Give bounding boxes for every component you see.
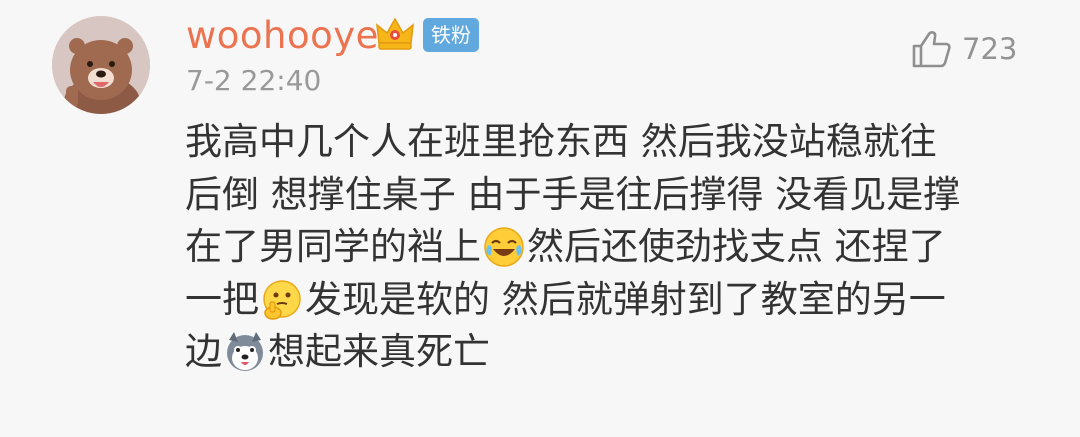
- comment-line: 我高中几个人在班里抢东西 然后我没站稳就往: [185, 116, 1045, 169]
- thinking-emoji-icon: [263, 280, 301, 320]
- comment-line: 在了男同学的裆上 然后还使劲找支点 还捏了: [185, 221, 1045, 274]
- bear-avatar-icon: [52, 16, 150, 114]
- avatar[interactable]: [52, 16, 150, 114]
- comment-line: 一把 发现是软的 然后就弹射到了教室的另一: [185, 274, 1045, 327]
- comment-text: 后倒 想撑住桌子 由于手是往后撑得 没看见是撑: [185, 172, 961, 216]
- timestamp: 7-2 22:40: [186, 64, 322, 97]
- comment-text: 想起来真死亡: [268, 330, 490, 373]
- comment-text: 一把: [185, 277, 259, 321]
- comment-line: 后倒 想撑住桌子 由于手是往后撑得 没看见是撑: [185, 169, 1045, 222]
- like-button[interactable]: 723: [910, 28, 1017, 70]
- username[interactable]: woohooye: [186, 14, 379, 58]
- comment-line: 边 想起来真死亡: [185, 326, 1045, 379]
- comment-text: 边: [185, 330, 222, 373]
- laugh-cry-emoji-icon: [484, 227, 524, 267]
- like-count: 723: [962, 32, 1018, 66]
- crown-icon: [376, 17, 414, 50]
- comment-text: 我高中几个人在班里抢东西 然后我没站稳就往: [185, 120, 937, 163]
- comment-body: 我高中几个人在班里抢东西 然后我没站稳就往 后倒 想撑住桌子 由于手是往后撑得 …: [185, 116, 1045, 379]
- husky-emoji-icon: [227, 332, 263, 372]
- comment-text: 然后还使劲找支点 还捏了: [527, 225, 946, 268]
- comment-text: 在了男同学的裆上: [185, 225, 481, 268]
- comment-text: 发现是软的 然后就弹射到了教室的另一: [305, 277, 946, 321]
- fan-badge: 铁粉: [423, 18, 479, 52]
- thumbs-up-icon: [912, 31, 951, 68]
